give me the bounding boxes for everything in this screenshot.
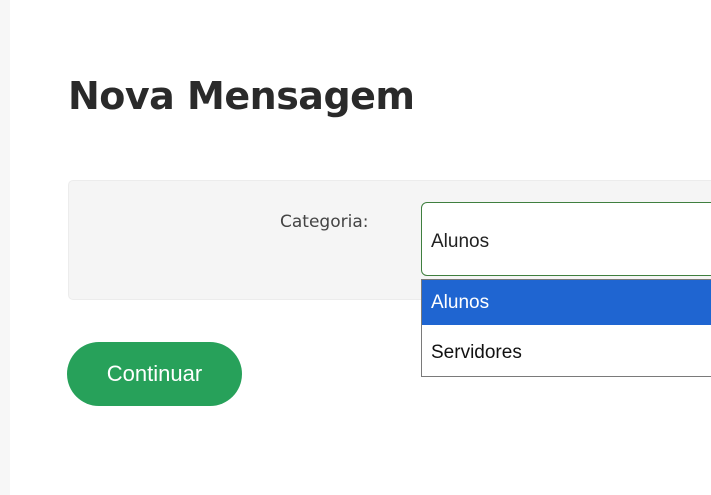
page-title: Nova Mensagem <box>68 74 415 118</box>
left-gutter <box>0 0 10 495</box>
continue-button[interactable]: Continuar <box>67 342 242 406</box>
category-select[interactable]: Alunos <box>421 202 711 276</box>
category-select-value: Alunos <box>431 231 490 252</box>
dropdown-option-alunos[interactable]: Alunos <box>422 280 711 325</box>
page: Nova Mensagem Categoria: Alunos Alunos S… <box>0 0 711 495</box>
dropdown-option-servidores[interactable]: Servidores <box>422 330 711 375</box>
category-label: Categoria: <box>280 212 369 232</box>
category-dropdown-list: Alunos Servidores <box>421 279 711 377</box>
